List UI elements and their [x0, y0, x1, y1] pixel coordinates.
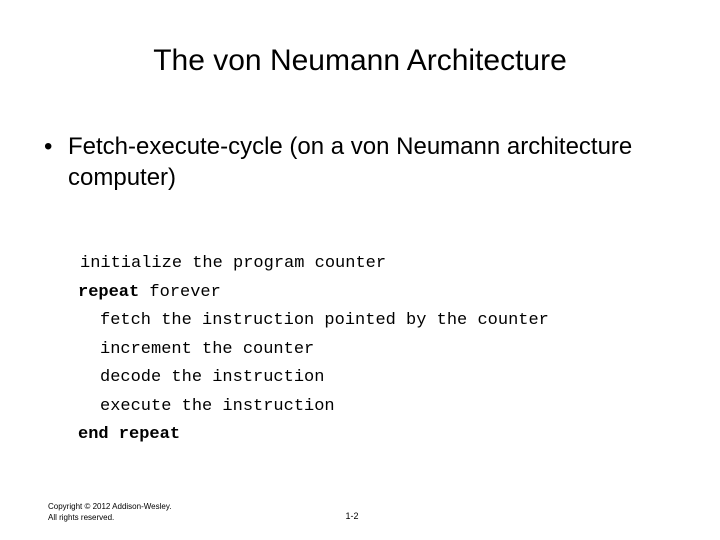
- page-title: The von Neumann Architecture: [153, 44, 567, 77]
- pseudocode-keyword: end repeat: [78, 425, 181, 444]
- pseudocode-line: fetch the instruction pointed by the cou…: [78, 307, 658, 336]
- pseudocode-keyword: repeat: [78, 282, 140, 302]
- slide-canvas: The von Neumann Architecture • Fetch-exe…: [0, 0, 720, 540]
- pseudocode-line: decode the instruction: [78, 364, 658, 393]
- pseudocode-line: initialize the program counter: [78, 250, 658, 279]
- pseudocode-text: decode the instruction: [100, 368, 325, 387]
- copyright-line-1: Copyright © 2012 Addison-Wesley.: [48, 502, 172, 511]
- pseudocode-line: end repeat: [78, 421, 658, 450]
- pseudocode-line: execute the instruction: [78, 393, 658, 422]
- bullet-marker-icon: •: [44, 133, 53, 160]
- copyright-notice: Copyright © 2012 Addison-Wesley. All rig…: [48, 501, 171, 523]
- pseudocode-line: repeat forever: [78, 279, 658, 308]
- bullet-text: Fetch-execute-cycle (on a von Neumann ar…: [68, 133, 633, 192]
- bullet-list: • Fetch-execute-cycle (on a von Neumann …: [30, 131, 640, 193]
- pseudocode-text: initialize the program counter: [80, 254, 387, 273]
- copyright-line-2: All rights reserved.: [48, 513, 115, 522]
- page-number: 1-2: [345, 511, 359, 521]
- pseudocode-text: increment the counter: [100, 339, 315, 359]
- pseudocode-text: execute the instruction: [100, 396, 335, 416]
- list-item: • Fetch-execute-cycle (on a von Neumann …: [30, 131, 640, 193]
- pseudocode-text: fetch the instruction pointed by the cou…: [100, 311, 549, 330]
- pseudocode-block: initialize the program counter repeat for…: [78, 250, 658, 450]
- pseudocode-text: forever: [139, 282, 221, 302]
- pseudocode-line: increment the counter: [78, 336, 658, 365]
